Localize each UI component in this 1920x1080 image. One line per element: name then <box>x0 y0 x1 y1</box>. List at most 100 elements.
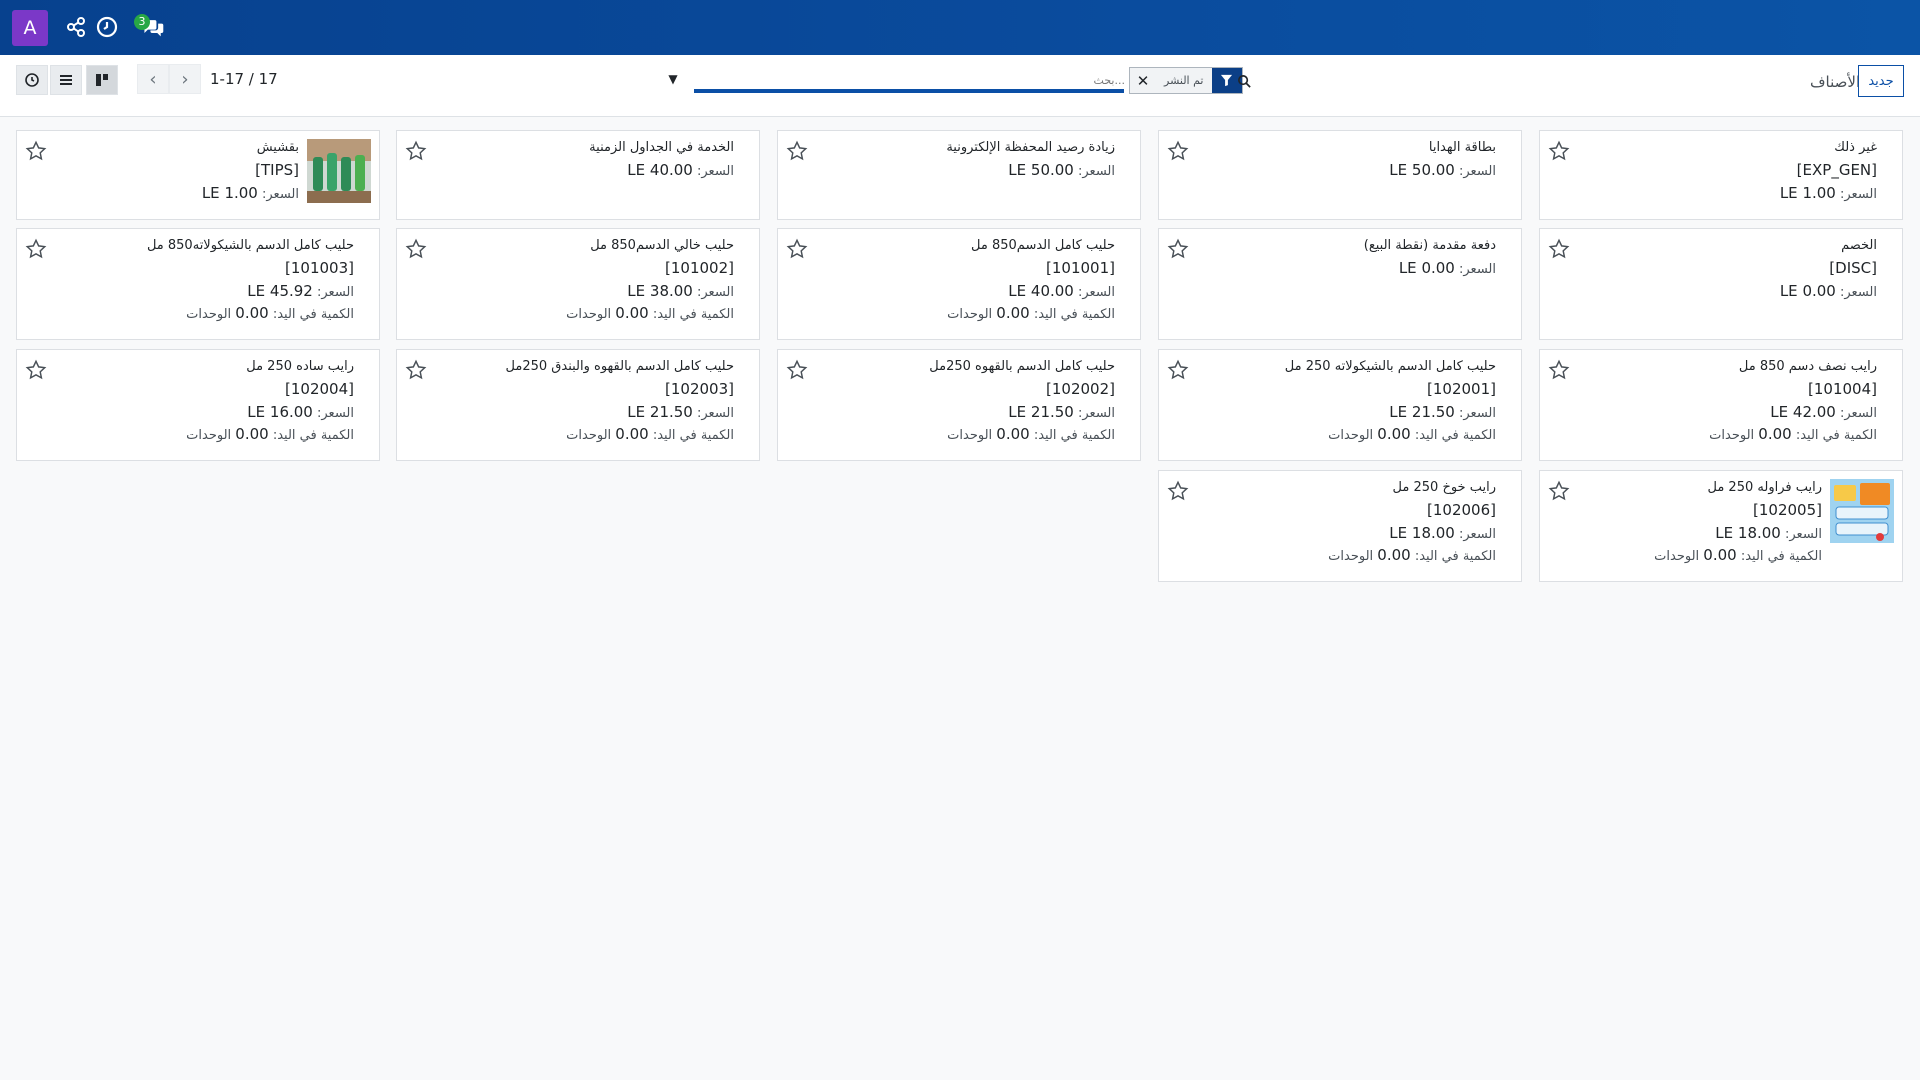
product-card[interactable]: زيادة رصيد المحفظة الإلكترونية السعر: 50.… <box>777 130 1141 220</box>
product-name: غير ذلك <box>1834 140 1877 155</box>
product-card[interactable]: بطاقة الهدايا السعر: 50.00 LE <box>1158 130 1522 220</box>
pager-previous-button[interactable]: ‹ <box>137 64 169 94</box>
qty-unit: الوحدات <box>186 428 236 443</box>
product-code: [101001] <box>1046 259 1115 277</box>
price-label: السعر: <box>312 285 354 300</box>
activity-view-button[interactable] <box>16 65 48 95</box>
product-card-content: الخدمة في الجداول الزمنية السعر: 40.00 LE <box>589 139 734 180</box>
product-name: زيادة رصيد المحفظة الإلكترونية <box>946 140 1115 155</box>
product-qty-on-hand: الكمية في اليد: 0.00 الوحدات <box>566 305 734 323</box>
product-card-content: رايب فراوله 250 مل [102005] السعر: 18.00 L… <box>1654 479 1822 565</box>
price-value: 0.00 LE <box>1779 282 1836 300</box>
star-icon[interactable] <box>25 238 47 260</box>
close-icon: ✕ <box>1136 71 1150 90</box>
product-card[interactable]: حليب كامل الدسم بالقهوه والبندق 250مل [10… <box>396 349 760 461</box>
price-value: 21.50 LE <box>1008 403 1074 421</box>
share-icon[interactable] <box>64 15 88 39</box>
clock-icon <box>25 73 39 87</box>
star-icon[interactable] <box>25 140 47 162</box>
product-card-content: بقشيش [TIPS] السعر: 1.00 LE <box>202 139 299 203</box>
product-card[interactable]: الخدمة في الجداول الزمنية السعر: 40.00 LE <box>396 130 760 220</box>
product-card[interactable]: الخصم [DISC] السعر: 0.00 LE <box>1539 228 1903 340</box>
facet-remove-button[interactable]: ✕ <box>1130 68 1156 93</box>
product-card[interactable]: بقشيش [TIPS] السعر: 1.00 LE <box>16 130 380 220</box>
star-icon[interactable] <box>405 238 427 260</box>
price-label: السعر: <box>1780 527 1822 542</box>
qty-value: 0.00 <box>1758 425 1792 443</box>
pager-next-button[interactable]: › <box>169 64 201 94</box>
star-icon[interactable] <box>786 140 808 162</box>
price-label: السعر: <box>692 406 734 421</box>
product-price: السعر: 50.00 LE <box>946 162 1115 180</box>
star-icon[interactable] <box>405 359 427 381</box>
product-card[interactable]: حليب كامل الدسم بالقهوه 250مل [102002] الس… <box>777 349 1141 461</box>
product-card[interactable]: رايب ساده 250 مل [102004] السعر: 16.00 LE ا… <box>16 349 380 461</box>
product-name: الخصم <box>1841 238 1877 253</box>
product-qty-on-hand: الكمية في اليد: 0.00 الوحدات <box>1709 426 1877 444</box>
product-card[interactable]: رايب نصف دسم 850 مل [101004] السعر: 42.00 … <box>1539 349 1903 461</box>
user-avatar[interactable]: A <box>12 10 48 46</box>
product-card[interactable]: حليب كامل الدسم بالشيكولاته 250 مل [10200… <box>1158 349 1522 461</box>
kanban-view-button[interactable] <box>86 65 118 95</box>
price-label: السعر: <box>1454 527 1496 542</box>
price-label: السعر: <box>692 285 734 300</box>
new-button[interactable]: جديد <box>1858 65 1904 97</box>
product-card[interactable]: دفعة مقدمة (نقطة البيع) السعر: 0.00 LE <box>1158 228 1522 340</box>
qty-label: الكمية في اليد: <box>1410 428 1496 443</box>
product-qty-on-hand: الكمية في اليد: 0.00 الوحدات <box>1654 547 1822 565</box>
product-name: حليب كامل الدسم بالقهوه والبندق 250مل <box>505 359 734 374</box>
product-price: السعر: 1.00 LE <box>202 185 299 203</box>
price-label: السعر: <box>1835 187 1877 202</box>
star-icon[interactable] <box>1167 480 1189 502</box>
star-icon[interactable] <box>1548 238 1570 260</box>
price-value: 0.00 LE <box>1398 259 1455 277</box>
product-price: السعر: 21.50 LE <box>1285 404 1496 422</box>
product-code: [102004] <box>285 380 354 398</box>
product-card[interactable]: رايب فراوله 250 مل [102005] السعر: 18.00 L… <box>1539 470 1903 582</box>
product-name: بقشيش <box>256 140 299 155</box>
star-icon[interactable] <box>786 238 808 260</box>
product-card[interactable]: غير ذلك [EXP_GEN] السعر: 1.00 LE <box>1539 130 1903 220</box>
price-value: 40.00 LE <box>627 161 693 179</box>
star-icon[interactable] <box>25 359 47 381</box>
star-icon[interactable] <box>786 359 808 381</box>
search-input[interactable] <box>700 68 1125 92</box>
price-label: السعر: <box>257 187 299 202</box>
price-label: السعر: <box>1454 262 1496 277</box>
product-price: السعر: 18.00 LE <box>1328 525 1496 543</box>
product-card[interactable]: رايب خوخ 250 مل [102006] السعر: 18.00 LE ال… <box>1158 470 1522 582</box>
star-icon[interactable] <box>1167 140 1189 162</box>
star-icon[interactable] <box>1548 359 1570 381</box>
list-view-button[interactable] <box>50 65 82 95</box>
strawberry-yogurt-image <box>1830 479 1894 543</box>
product-name: حليب كامل الدسم850 مل <box>971 238 1115 253</box>
product-price: السعر: 21.50 LE <box>506 404 734 422</box>
search-button[interactable] <box>1230 68 1258 94</box>
star-icon[interactable] <box>1548 480 1570 502</box>
star-icon[interactable] <box>1167 238 1189 260</box>
price-label: السعر: <box>1835 406 1877 421</box>
price-label: السعر: <box>1454 164 1496 179</box>
product-price: السعر: 21.50 LE <box>929 404 1115 422</box>
product-card[interactable]: حليب كامل الدسم بالشيكولاته850 مل [101003… <box>16 228 380 340</box>
product-qty-on-hand: الكمية في اليد: 0.00 الوحدات <box>1328 547 1496 565</box>
star-icon[interactable] <box>1167 359 1189 381</box>
star-icon[interactable] <box>1548 140 1570 162</box>
clock-icon[interactable] <box>95 15 119 39</box>
star-icon[interactable] <box>405 140 427 162</box>
product-card-content: رايب نصف دسم 850 مل [101004] السعر: 42.00 … <box>1709 358 1877 444</box>
product-name: حليب كامل الدسم بالقهوه 250مل <box>929 359 1115 374</box>
product-card-content: حليب كامل الدسم بالقهوه 250مل [102002] الس… <box>929 358 1115 444</box>
product-card-content: حليب كامل الدسم850 مل [101001] السعر: 40.0… <box>947 237 1115 323</box>
price-value: 18.00 LE <box>1715 524 1781 542</box>
pager-value[interactable]: 1-17 / 17 <box>210 70 278 88</box>
qty-value: 0.00 <box>235 425 269 443</box>
product-code: [EXP_GEN] <box>1796 161 1877 179</box>
qty-value: 0.00 <box>996 304 1030 322</box>
product-card[interactable]: حليب خالي الدسم850 مل [101002] السعر: 38.0… <box>396 228 760 340</box>
search-options-toggle[interactable]: ▼ <box>662 64 684 94</box>
qty-unit: الوحدات <box>1328 549 1378 564</box>
qty-value: 0.00 <box>996 425 1030 443</box>
price-label: السعر: <box>1073 285 1115 300</box>
product-card[interactable]: حليب كامل الدسم850 مل [101001] السعر: 40.0… <box>777 228 1141 340</box>
